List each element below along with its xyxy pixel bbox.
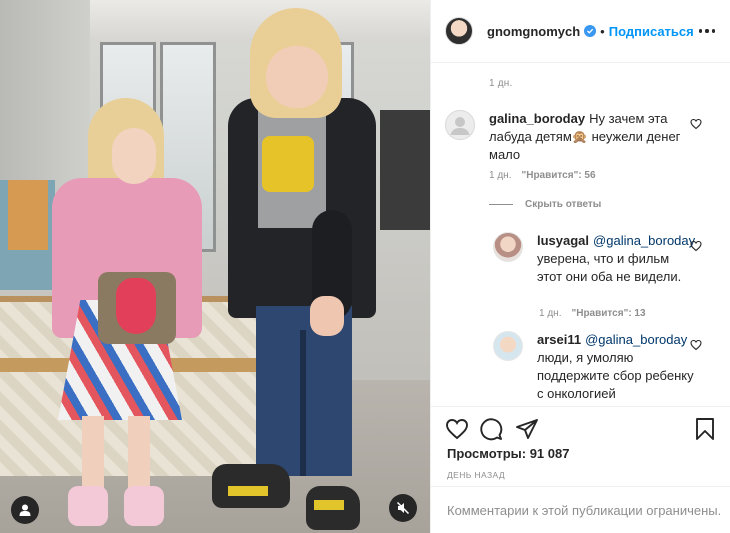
hide-replies-button[interactable]: Скрыть ответы	[489, 199, 601, 210]
reply-avatar[interactable]	[493, 331, 523, 361]
follow-button[interactable]: Подписаться	[609, 24, 694, 39]
user-tag-button[interactable]	[11, 496, 39, 524]
comment-like-heart-icon[interactable]	[690, 118, 702, 130]
more-icon	[711, 29, 715, 33]
post-media[interactable]	[0, 0, 430, 533]
comment-likes[interactable]: "Нравится": 56	[521, 170, 595, 181]
reply: arsei11 @galina_boroday люди, я умоляю по…	[493, 331, 697, 403]
hide-replies-line	[489, 204, 513, 205]
comment-meta: 1 дн. "Нравится": 56	[489, 170, 596, 181]
reply-mention[interactable]: @galina_boroday	[593, 233, 695, 248]
reply-text: уверена, что и фильм этот они оба не вид…	[537, 251, 682, 284]
bookmark-icon[interactable]	[693, 417, 717, 441]
post-details-panel: gnomgnomych • Подписаться 1 дн. galina_b…	[430, 0, 730, 533]
separator-dot: •	[600, 23, 605, 39]
user-tag-icon	[19, 504, 31, 516]
comment-icon[interactable]	[479, 417, 503, 441]
more-options-button[interactable]	[699, 24, 715, 38]
view-count[interactable]: Просмотры: 91 087	[447, 446, 569, 461]
post-date[interactable]: ДЕНЬ НАЗАД	[447, 470, 505, 480]
reply-text: люди, я умоляю поддержите сбор ребенку с…	[537, 350, 694, 401]
comment-time[interactable]: 1 дн.	[489, 170, 511, 181]
heart-icon[interactable]	[445, 417, 469, 441]
mute-icon	[396, 501, 410, 515]
reply-like-heart-icon[interactable]	[690, 240, 702, 252]
mute-button[interactable]	[389, 494, 417, 522]
background-tv	[380, 110, 430, 230]
reply-like-heart-icon[interactable]	[690, 339, 702, 351]
caption-timestamp[interactable]: 1 дн.	[489, 78, 512, 89]
bag-strawberry	[116, 278, 156, 334]
reply-username[interactable]: arsei11	[537, 332, 581, 347]
author-avatar[interactable]	[445, 17, 473, 45]
background-books	[8, 180, 48, 250]
boy-hand	[310, 296, 344, 336]
comment-username[interactable]: galina_boroday	[489, 111, 585, 126]
comment: galina_boroday Ну зачем эта лабуда детям🙊…	[445, 110, 685, 164]
commenter-avatar[interactable]	[445, 110, 475, 140]
girl-face	[112, 128, 156, 184]
post-actions	[431, 406, 730, 448]
reply-mention[interactable]: @galina_boroday	[585, 332, 687, 347]
share-icon[interactable]	[515, 417, 539, 441]
reply: lusyagal @galina_boroday уверена, что и ф…	[493, 232, 697, 286]
more-icon	[705, 29, 709, 33]
girl-shoe	[68, 486, 108, 526]
boy-shirt-print	[262, 136, 314, 192]
hide-replies-label: Скрыть ответы	[525, 199, 602, 210]
boy-face	[266, 46, 328, 108]
reply-likes[interactable]: "Нравится": 13	[571, 308, 645, 319]
reply-avatar[interactable]	[493, 232, 523, 262]
shoe-accent	[314, 500, 344, 510]
reply-meta: 1 дн. "Нравится": 13	[539, 308, 646, 319]
shoe-accent	[228, 486, 268, 496]
more-icon	[699, 29, 703, 33]
reply-time[interactable]: 1 дн.	[539, 308, 561, 319]
comments-limited-notice: Комментарии к этой публикации ограничены…	[431, 486, 730, 533]
author-username[interactable]: gnomgnomych	[487, 24, 580, 39]
post-header: gnomgnomych • Подписаться	[431, 0, 730, 63]
reply-username[interactable]: lusyagal	[537, 233, 589, 248]
girl-leg	[128, 416, 150, 496]
girl-leg	[82, 416, 104, 496]
reply-body: arsei11 @galina_boroday люди, я умоляю по…	[537, 331, 697, 403]
default-avatar-icon	[445, 110, 475, 140]
verified-icon	[584, 25, 597, 37]
reply-body: lusyagal @galina_boroday уверена, что и ф…	[537, 232, 697, 286]
comment-body: galina_boroday Ну зачем эта лабуда детям🙊…	[489, 110, 685, 164]
girl-shoe	[124, 486, 164, 526]
boy-jeans-gap	[300, 330, 306, 476]
